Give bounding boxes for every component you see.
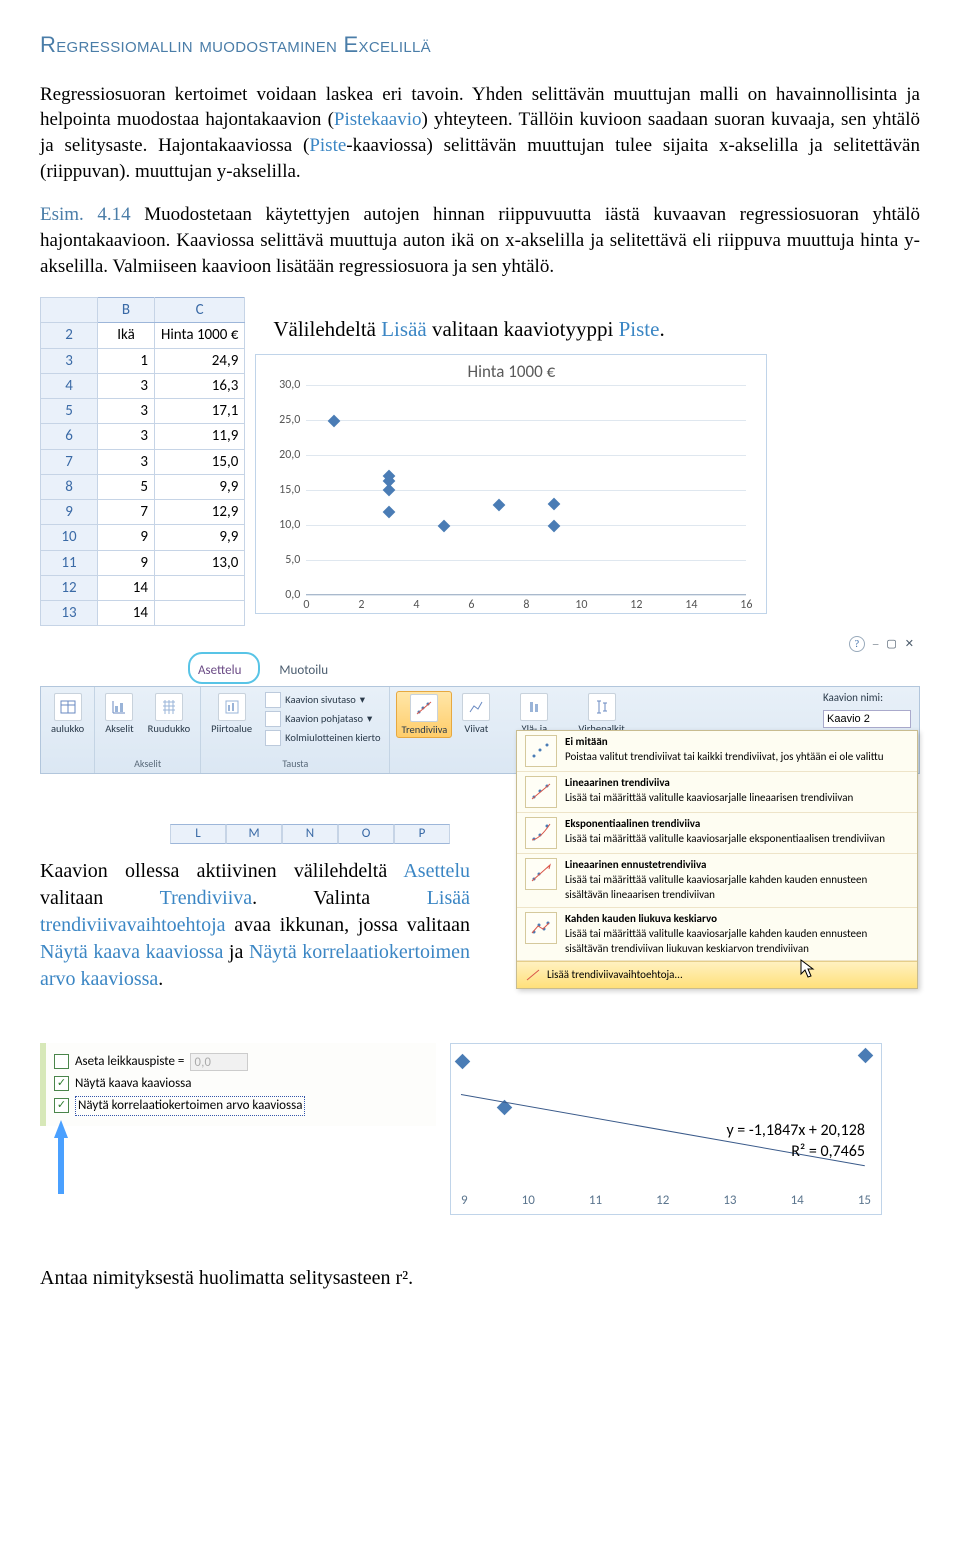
trendline-options-panel: Aseta leikkauspiste = ✓ Näytä kaava kaav… (40, 1043, 436, 1126)
trend-option-none[interactable]: Ei mitäänPoistaa valitut trendiviivat ta… (517, 731, 917, 772)
data-point-marker (547, 520, 560, 533)
equation-label: y = -1,1847x + 20,128 R² = 0,7465 (726, 1120, 865, 1163)
close-icon[interactable]: ✕ (905, 637, 914, 652)
axes-icon (105, 693, 133, 721)
data-point-marker (858, 1047, 874, 1063)
header-cell-hinta[interactable]: Hinta 1000 € (155, 323, 245, 348)
trend-exp-icon (525, 817, 557, 849)
trend-option-linear[interactable]: Lineaarinen trendiviivaLisää tai määritt… (517, 772, 917, 813)
ribbon-item-virhepalkit[interactable]: Virhepalkit (574, 691, 628, 736)
instruction-text: Välilehdeltä Lisää valitaan kaaviotyyppi… (245, 297, 753, 343)
data-point-marker (437, 520, 450, 533)
checkbox-show-equation[interactable]: ✓ (54, 1076, 69, 1091)
data-point-marker (382, 506, 395, 519)
ui-term-piste: Piste (309, 135, 346, 156)
scatter-chart[interactable]: Hinta 1000 € 0,05,010,015,020,025,030,00… (255, 354, 767, 614)
trend-option-movingavg[interactable]: Kahden kauden liukuva keskiarvoLisää tai… (517, 908, 917, 962)
cursor-icon (799, 958, 817, 980)
chart-title: Hinta 1000 € (256, 355, 766, 386)
data-point-marker (327, 415, 340, 428)
ribbon-item-pohjataso[interactable]: Kaavion pohjataso ▾ (262, 710, 383, 728)
trend-none-icon (525, 735, 557, 767)
excel-data-table: B C 2 Ikä Hinta 1000 € 3124,9 4316,3 531… (40, 297, 245, 626)
minimize-icon[interactable]: – (873, 637, 879, 652)
floor-icon (265, 711, 281, 727)
rotate3d-icon (265, 730, 281, 746)
trend-option-exponential[interactable]: Eksponentiaalinen trendiviivaLisää tai m… (517, 813, 917, 854)
trend-linear-icon (525, 776, 557, 808)
wall-icon (265, 692, 281, 708)
data-point-marker (382, 484, 395, 497)
intercept-input[interactable] (190, 1053, 248, 1071)
checkbox-intercept[interactable] (54, 1054, 69, 1069)
ribbon-bg-options: Kaavion sivutaso ▾ Kaavion pohjataso ▾ K… (262, 691, 383, 747)
updownbars-icon (520, 693, 548, 721)
paragraph-1: Regressiosuoran kertoimet voidaan laskea… (40, 82, 920, 185)
paragraph-final: Antaa nimityksestä huolimatta selitysast… (40, 1265, 440, 1292)
errorbars-icon (588, 693, 616, 721)
help-icon[interactable]: ? (849, 636, 865, 652)
ribbon-item-viivat[interactable]: Viivat (458, 691, 494, 736)
ribbon-tabs: Asettelu Muotoilu (190, 658, 920, 684)
annotation-arrow-head (54, 1120, 68, 1138)
col-header-c[interactable]: C (155, 298, 245, 323)
trend-option-linear-forecast[interactable]: Lineaarinen ennustetrendiviivaLisää tai … (517, 854, 917, 908)
restore-icon[interactable]: ▢ (886, 637, 896, 652)
more-trend-icon (525, 967, 541, 983)
trendline-dropdown-menu: Ei mitäänPoistaa valitut trendiviivat ta… (516, 730, 918, 989)
opt-row-show-equation: ✓ Näytä kaava kaaviossa (54, 1073, 424, 1095)
tab-asettelu[interactable]: Asettelu (190, 658, 249, 684)
ribbon-area: Asettelu Muotoilu ? – ▢ ✕ aulukko Akseli… (40, 658, 920, 992)
tab-muotoilu[interactable]: Muotoilu (271, 658, 336, 684)
example-label: Esim. 4.14 (40, 204, 131, 225)
ribbon-item-aulukko[interactable]: aulukko (47, 691, 88, 736)
header-cell-ika[interactable]: Ikä (98, 323, 155, 348)
opt-row-show-r2: ✓ Näytä korrelaatiokertoimen arvo kaavio… (54, 1094, 424, 1118)
paragraph-2: Esim. 4.14 Muodostetaan käytettyjen auto… (40, 202, 920, 279)
paragraph-3: Kaavion ollessa aktiivinen välilehdeltä … (40, 858, 470, 993)
data-point-marker (455, 1053, 471, 1069)
ui-term-pistekaavio: Pistekaavio (334, 109, 422, 130)
ribbon-item-trendiviiva[interactable]: Trendiviiva (396, 691, 452, 738)
grid-icon (155, 693, 183, 721)
table-corner[interactable] (41, 298, 98, 323)
row-header[interactable]: 2 (41, 323, 98, 348)
lines-icon (462, 693, 490, 721)
checkbox-show-r2[interactable]: ✓ (54, 1098, 69, 1113)
trendline-icon (410, 694, 438, 722)
trend-more-options[interactable]: Lisää trendiviivavaihtoehtoja... (517, 961, 917, 988)
table-icon (54, 693, 82, 721)
trend-movingavg-icon (525, 912, 557, 944)
data-point-marker (492, 499, 505, 512)
chart-with-equation[interactable]: y = -1,1847x + 20,128 R² = 0,7465 910111… (450, 1043, 882, 1215)
trend-forecast-icon (525, 858, 557, 890)
chart-name-label: Kaavion nimi: (823, 691, 911, 706)
plotarea-icon (218, 693, 246, 721)
annotation-arrow-stem (58, 1138, 64, 1194)
ribbon-item-piirtoalue[interactable]: Piirtoalue (207, 691, 256, 736)
ribbon-item-ruudukko[interactable]: Ruudukko (144, 691, 195, 736)
data-point-marker (547, 498, 560, 511)
chart-x-ticks: 9101112131415 (461, 1192, 871, 1210)
opt-row-intercept: Aseta leikkauspiste = (54, 1051, 424, 1073)
section-heading: Regressiomallin muodostaminen Excelillä (40, 30, 920, 60)
chart-name-input[interactable] (823, 710, 911, 728)
ribbon-item-akselit[interactable]: Akselit (101, 691, 137, 736)
ribbon-item-sivutaso[interactable]: Kaavion sivutaso ▾ (262, 691, 383, 709)
ribbon-item-3drot[interactable]: Kolmiulotteinen kierto (262, 729, 383, 747)
col-header-b[interactable]: B (98, 298, 155, 323)
